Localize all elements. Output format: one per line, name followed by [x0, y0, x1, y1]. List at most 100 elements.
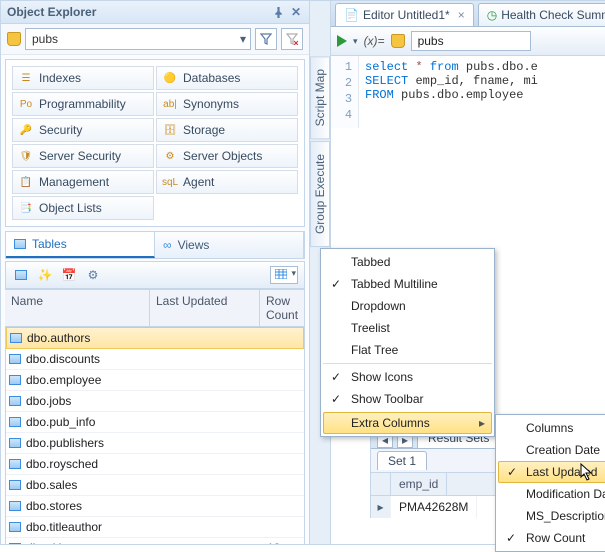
row-name: dbo.employee	[24, 370, 151, 390]
row-updated	[151, 419, 261, 425]
code-editor[interactable]: 1 2 3 4 select * from pubs.dbo.e SELECT …	[331, 56, 605, 128]
row-count	[261, 398, 304, 404]
menu-item-ms_description[interactable]: MS_Description	[498, 505, 605, 527]
db-combo[interactable]: pubs	[25, 28, 251, 50]
menu-item-dropdown[interactable]: Dropdown	[323, 295, 492, 317]
variable-icon[interactable]: (x)=	[364, 34, 385, 48]
gear-icon[interactable]: ⚙	[84, 266, 102, 284]
category-management[interactable]: 📋Management	[12, 170, 154, 194]
menu-item-last-updated[interactable]: Last Updated	[498, 461, 605, 483]
run-button[interactable]	[337, 35, 347, 47]
col-header-count[interactable]: Row Count	[260, 290, 305, 326]
server-obj-icon: ⚙	[163, 149, 177, 163]
editor-db-combo[interactable]: pubs	[411, 31, 531, 51]
extra-columns-submenu: Columns Creation DateLast UpdatedModifica…	[495, 414, 605, 552]
row-updated	[151, 482, 261, 488]
table-row[interactable]: dbo.sales	[6, 475, 304, 496]
editor-tab-2[interactable]: ◷ Health Check Summa	[478, 3, 605, 26]
editor-toolbar: ▾ (x)= pubs	[331, 27, 605, 56]
row-count	[261, 503, 304, 509]
row-name: dbo.stores	[24, 496, 151, 516]
menu-item-treelist[interactable]: Treelist	[323, 317, 492, 339]
category-storage[interactable]: 🗄Storage	[156, 118, 298, 142]
table-icon	[6, 459, 24, 469]
table-row[interactable]: dbo.pub_info	[6, 412, 304, 433]
category-synonyms[interactable]: ab|Synonyms	[156, 92, 298, 116]
result-col-emp-id[interactable]: emp_id	[391, 473, 447, 495]
table-row[interactable]: dbo.jobs	[6, 391, 304, 412]
category-security[interactable]: 🔑Security	[12, 118, 154, 142]
col-header-updated[interactable]: Last Updated	[150, 290, 260, 326]
menu-item-tabbed-multiline[interactable]: Tabbed Multiline	[323, 273, 492, 295]
menu-item-row-count[interactable]: Row Count	[498, 527, 605, 549]
new-table-icon[interactable]	[12, 266, 30, 284]
table-row[interactable]: dbo.authors	[6, 327, 304, 349]
menu-item-extra-columns[interactable]: Extra Columns	[323, 412, 492, 434]
menu-item-flat-tree[interactable]: Flat Tree	[323, 339, 492, 361]
database-icon	[7, 32, 21, 46]
row-updated	[151, 377, 261, 383]
view-mode-button[interactable]	[270, 266, 298, 284]
menu-item-modification-date[interactable]: Modification Date	[498, 483, 605, 505]
table-row[interactable]: dbo.titles18	[6, 538, 304, 544]
side-tab-script-map[interactable]: Script Map	[310, 56, 330, 139]
category-programmability[interactable]: PoProgrammability	[12, 92, 154, 116]
table-row[interactable]: dbo.roysched	[6, 454, 304, 475]
category-label: Storage	[183, 123, 225, 137]
menu-item-show-icons[interactable]: Show Icons	[323, 363, 492, 388]
col-header-name[interactable]: Name	[5, 290, 150, 326]
category-databases[interactable]: 🟡Databases	[156, 66, 298, 90]
close-icon[interactable]: ✕	[289, 5, 303, 19]
menu-item-tabbed[interactable]: Tabbed	[323, 251, 492, 273]
editor-tab-1[interactable]: 📄 Editor Untitled1* ×	[335, 3, 474, 26]
pin-icon[interactable]	[271, 5, 285, 19]
menu-item-label: MS_Description	[526, 509, 605, 523]
filter-clear-button[interactable]	[281, 28, 303, 50]
filter-button[interactable]	[255, 28, 277, 50]
menu-item-label: Columns	[526, 421, 573, 435]
menu-item-creation-date[interactable]: Creation Date	[498, 439, 605, 461]
category-server-objects[interactable]: ⚙ Server Objects	[156, 144, 298, 168]
category-label: Server Security	[39, 149, 121, 163]
table-icon	[6, 375, 24, 385]
panel-title: Object Explorer	[7, 5, 96, 19]
category-object-lists[interactable]: 📑Object Lists	[12, 196, 154, 220]
tab-tables-label: Tables	[32, 237, 67, 251]
row-indicator-icon: ▸	[371, 496, 391, 518]
code-text[interactable]: select * from pubs.dbo.e SELECT emp_id, …	[359, 56, 544, 128]
row-name: dbo.jobs	[24, 391, 151, 411]
category-label: Server Objects	[183, 149, 262, 163]
line-gutter: 1 2 3 4	[331, 56, 359, 128]
table-row[interactable]: dbo.employee	[6, 370, 304, 391]
close-tab-icon[interactable]: ×	[458, 8, 465, 22]
menu-item-label: Dropdown	[351, 299, 406, 313]
calendar-icon[interactable]: 📅	[60, 266, 78, 284]
row-name: dbo.roysched	[24, 454, 151, 474]
table-row[interactable]: dbo.stores	[6, 496, 304, 517]
row-count	[261, 482, 304, 488]
tab-views[interactable]: ∞ Views	[155, 232, 304, 258]
row-updated	[151, 524, 261, 530]
category-label: Indexes	[39, 71, 81, 85]
editor-tab-1-label: Editor Untitled1*	[363, 8, 450, 22]
table-icon	[6, 522, 24, 532]
menu-item-show-toolbar[interactable]: Show Toolbar	[323, 388, 492, 410]
new-table-star-icon[interactable]: ✨	[36, 266, 54, 284]
chevron-down-icon[interactable]: ▾	[353, 36, 358, 47]
category-agent[interactable]: sqLAgent	[156, 170, 298, 194]
table-row[interactable]: dbo.discounts	[6, 349, 304, 370]
row-count	[261, 377, 304, 383]
menu-item-columns[interactable]: Columns	[498, 417, 605, 439]
table-row[interactable]: dbo.publishers	[6, 433, 304, 454]
row-name: dbo.titleauthor	[24, 517, 151, 537]
category-label: Management	[39, 175, 109, 189]
category-indexes[interactable]: ☰Indexes	[12, 66, 154, 90]
set-1-tab[interactable]: Set 1	[377, 451, 427, 470]
side-tab-group-execute[interactable]: Group Execute	[310, 141, 330, 247]
row-updated	[151, 461, 261, 467]
table-row[interactable]: dbo.titleauthor	[6, 517, 304, 538]
menu-item-label: Tabbed Multiline	[351, 277, 438, 291]
tab-tables[interactable]: Tables	[6, 232, 155, 258]
category-server-security[interactable]: 🛡Server Security	[12, 144, 154, 168]
table-list: dbo.authorsdbo.discountsdbo.employeedbo.…	[5, 327, 305, 544]
